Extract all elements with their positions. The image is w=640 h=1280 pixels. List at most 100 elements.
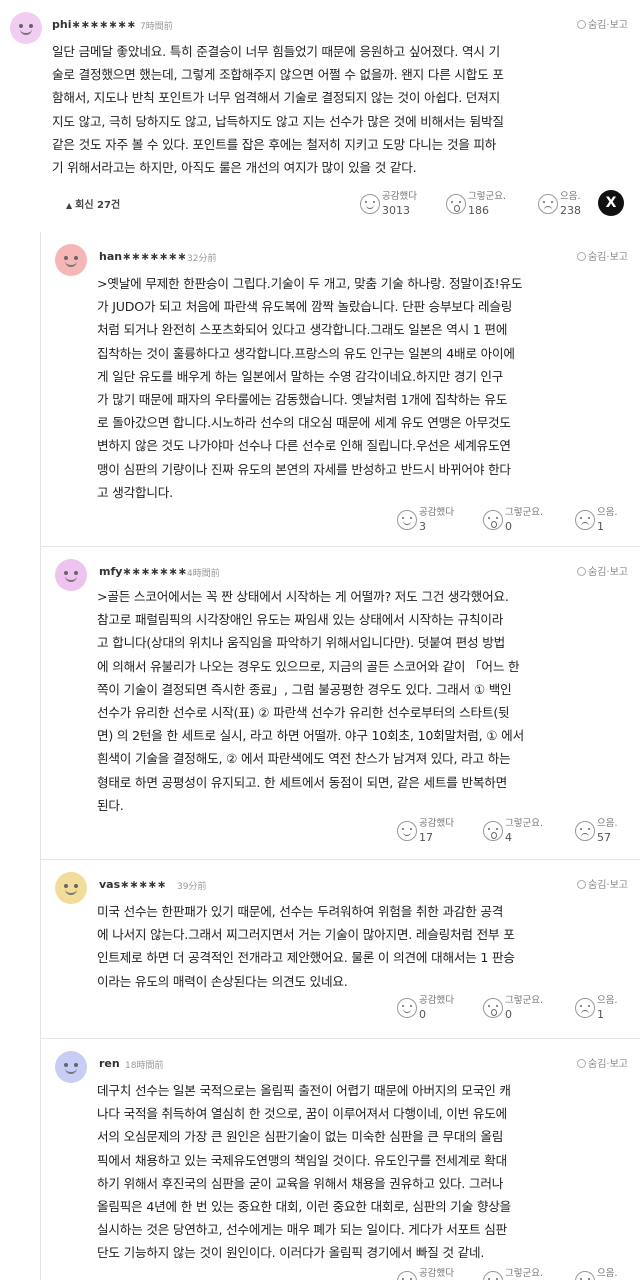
comment-body: 일단 금메달 좋았네요. 특히 준결승이 너무 힘들었기 때문에 응원하고 싶어… [52, 40, 628, 179]
avatar[interactable] [55, 1051, 87, 1083]
reply-toggle-button[interactable]: ▲ 회신 27건 [66, 196, 120, 211]
avatar[interactable] [55, 872, 87, 904]
smile-face-icon [397, 998, 417, 1018]
comment-line: >골든 스코어에서는 꼭 짠 상태에서 시작하는 게 어떨까? 저도 그건 생각… [97, 589, 509, 604]
comment-nickname[interactable]: han∗∗∗∗∗∗∗ [99, 250, 187, 263]
comment-line: 하기 위해서 후진국의 심판을 굳이 교육을 위해서 채용을 권유하고 있다. … [97, 1175, 504, 1191]
hide-icon [577, 20, 587, 29]
comment-line: 함해서, 지도나 반칙 포인트가 너무 엄격해서 기술로 결정되지 않는 것이 … [52, 90, 500, 106]
hide-icon [577, 567, 587, 576]
reaction-ohh-button[interactable]: 그렇군요. [483, 1265, 543, 1280]
comment-line: 미국 선수는 한판패가 있기 때문에, 선수는 두려워하여 위험을 취한 과감한… [97, 904, 504, 919]
comment-time: 39分前 [177, 882, 207, 892]
comment-line: 지도 않고, 극히 당하지도 않고, 납득하지도 않고 지는 선수가 많은 것에… [52, 113, 504, 129]
reaction-bar: 공감했다 3 그렇군요. 0 으음. 1 [397, 504, 618, 544]
comment-line: 처럼 되거나 완전히 스포츠화되어 있다고 생각합니다.그래도 일본은 역시 1… [97, 322, 508, 338]
reaction-hmm-button[interactable]: 으음. 238 [538, 188, 598, 228]
reaction-agree-button[interactable]: 공감했다 0 [397, 992, 457, 1032]
comment-nickname[interactable]: ren [99, 1057, 120, 1070]
reaction-bar: 공감했다 17 그렇군요. 4 으음. 57 [397, 815, 618, 855]
comment-line: 단도 기능하지 않는 것이 원인이다. 이러다가 올림픽 경기에서 빠질 것 같… [97, 1245, 485, 1261]
comment-line: 형태로 하면 공평성이 유지되고. 한 세트에서 동점이 되면, 같은 세트를 … [97, 774, 507, 790]
share-x-button[interactable]: X [598, 190, 624, 216]
comment-nickname[interactable]: vas∗∗∗∗∗ [99, 878, 166, 891]
reaction-agree-button[interactable]: 공감했다 17 [397, 815, 457, 855]
reaction-hmm-button[interactable]: 으음. [575, 1265, 635, 1280]
reaction-ohh-button[interactable]: 그렇군요. 186 [446, 188, 506, 228]
comment-line: 맹이 심판의 기량이나 진짜 유도의 본연의 자세를 반성하고 반드시 바뀌어야… [97, 461, 511, 477]
hide-report-button[interactable]: 숨김·보고 [577, 1055, 628, 1070]
comment-time: 7時間前 [140, 22, 173, 32]
comment-line: 된다. [97, 797, 124, 813]
comment-line: 이라는 유도의 매력이 손상된다는 의견도 있네요. [97, 973, 348, 989]
hide-icon [577, 252, 587, 261]
reaction-agree-button[interactable]: 공감했다 3013 [360, 188, 420, 228]
comment-time: 32分前 [187, 254, 217, 264]
triangle-up-icon: ▲ [66, 201, 73, 210]
comment-line: 픽에서 채용하고 있는 국제유도연맹의 책임일 것이다. 유도인구를 전세계로 … [97, 1152, 507, 1168]
reaction-bar: 공감했다 0 그렇군요. 0 으음. 1 [397, 992, 618, 1032]
reaction-hmm-button[interactable]: 으음. 1 [575, 992, 635, 1032]
comment-nickname[interactable]: mfy∗∗∗∗∗∗∗ [99, 565, 187, 578]
comment-line: 고 합니다(상대의 위치나 움직임을 파악하기 위해서입니다만). 덧붙여 편성… [97, 635, 506, 651]
comment-line: 일단 금메달 좋았네요. 특히 준결승이 너무 힘들었기 때문에 응원하고 싶어… [52, 44, 500, 59]
comment-time: 4時間前 [187, 569, 220, 579]
reaction-bar: 공감했다 그렇군요. 으음. [397, 1265, 618, 1280]
wow-face-icon [483, 821, 503, 841]
comment-time: 18時間前 [125, 1061, 164, 1071]
hide-icon [577, 880, 587, 889]
wow-face-icon [446, 194, 466, 214]
comment-body: 데구치 선수는 일본 국적으로는 올림픽 출전이 어렵기 때문에 아버지의 모국… [97, 1079, 637, 1265]
comment-line: 가 많기 때문에 패자의 우타룰에는 감동했습니다. 옛날처럼 1개에 집착하는… [97, 392, 508, 408]
reply-comment: ren 18時間前 숨김·보고 데구치 선수는 일본 국적으로는 올림픽 출전이… [40, 1039, 640, 1280]
hide-report-button[interactable]: 숨김·보고 [577, 563, 628, 578]
sad-face-icon [575, 998, 595, 1018]
top-comment: phi∗∗∗∗∗∗∗ 7時間前 숨김·보고 일단 금메달 좋았네요. 특히 준결… [0, 0, 640, 232]
hide-report-button[interactable]: 숨김·보고 [577, 248, 628, 263]
hide-report-button[interactable]: 숨김·보고 [577, 16, 628, 31]
reply-comment: vas∗∗∗∗∗ 39分前 숨김·보고 미국 선수는 한판패가 있기 때문에, … [40, 860, 640, 1038]
reaction-hmm-button[interactable]: 으음. 1 [575, 504, 635, 544]
avatar[interactable] [55, 244, 87, 276]
comment-line: 로 돌아갔으면 합니다.시노하라 선수의 대오심 때문에 세계 유도 연맹은 아… [97, 415, 511, 431]
comment-line: 서의 오심문제의 가장 큰 원인은 심판기술이 없는 미숙한 심판을 큰 무대의… [97, 1129, 504, 1145]
comment-line: 인트제로 하면 더 공격적인 전개라고 제안했어요. 물론 이 의견에 대해서는… [97, 950, 515, 966]
comment-line: 올림픽은 4년에 한 번 있는 중요한 대회, 이런 중요한 대회로, 심판의 … [97, 1199, 512, 1215]
comment-line: 게 일단 유도를 배우게 하는 일본에서 말하는 수영 감각이네요.하지만 경기… [97, 368, 504, 384]
avatar[interactable] [10, 12, 42, 44]
wow-face-icon [483, 1271, 503, 1280]
reaction-ohh-button[interactable]: 그렇군요. 4 [483, 815, 543, 855]
sad-face-icon [575, 1271, 595, 1280]
comment-nickname[interactable]: phi∗∗∗∗∗∗∗ [52, 18, 136, 31]
reaction-hmm-button[interactable]: 으음. 57 [575, 815, 635, 855]
sad-face-icon [575, 821, 595, 841]
comment-line: 변하지 않은 것도 나가야마 선수나 다른 선수로 인해 질립니다.우선은 세계… [97, 438, 511, 454]
comment-line: 집착하는 것이 훌륭하다고 생각합니다.프랑스의 유도 인구는 일본의 4배로 … [97, 345, 515, 361]
comment-body: 미국 선수는 한판패가 있기 때문에, 선수는 두려워하여 위험을 취한 과감한… [97, 900, 637, 993]
comment-line: 기 위해서라고는 하지만, 아직도 룰은 개선의 여지가 많이 있을 것 같다. [52, 160, 417, 176]
reply-comment: mfy∗∗∗∗∗∗∗ 4時間前 숨김·보고 >골든 스코어에서는 꼭 짠 상태에… [40, 547, 640, 859]
wow-face-icon [483, 998, 503, 1018]
hide-report-button[interactable]: 숨김·보고 [577, 876, 628, 891]
smile-face-icon [360, 194, 380, 214]
comment-line: 같은 것도 자주 볼 수 있다. 포인트를 잡은 후에는 철저히 지키고 도망 … [52, 136, 497, 152]
comment-line: 가 JUDO가 되고 처음에 파란색 유도복에 깜짝 놀랐습니다. 단판 승부보… [97, 299, 513, 315]
reaction-ohh-button[interactable]: 그렇군요. 0 [483, 504, 543, 544]
smile-face-icon [397, 821, 417, 841]
avatar[interactable] [55, 559, 87, 591]
smile-face-icon [397, 510, 417, 530]
wow-face-icon [483, 510, 503, 530]
hide-icon [577, 1059, 587, 1068]
comment-line: 고 생각합니다. [97, 484, 173, 500]
reaction-ohh-button[interactable]: 그렇군요. 0 [483, 992, 543, 1032]
comment-body: >옛날에 무제한 한판승이 그립다.기술이 두 개고, 맞춤 기술 하나랑. 정… [97, 272, 637, 504]
reaction-bar: 공감했다 3013 그렇군요. 186 으음. 238 [360, 188, 581, 228]
sad-face-icon [575, 510, 595, 530]
x-logo-icon: X [605, 195, 617, 211]
reaction-agree-button[interactable]: 공감했다 [397, 1265, 457, 1280]
reply-comment: han∗∗∗∗∗∗∗ 32分前 숨김·보고 >옛날에 무제한 한판승이 그립다.… [40, 232, 640, 546]
comment-body: >골든 스코어에서는 꼭 짠 상태에서 시작하는 게 어떨까? 저도 그건 생각… [97, 585, 637, 817]
comment-line: 선수가 유리한 선수로 시작(표) ② 파란색 선수가 유리한 선수로부터의 스… [97, 705, 510, 721]
comment-line: 나다 국적을 취득하여 열심히 한 것으로, 꿈이 이루어져서 다행이네, 이번… [97, 1106, 507, 1122]
reaction-agree-button[interactable]: 공감했다 3 [397, 504, 457, 544]
